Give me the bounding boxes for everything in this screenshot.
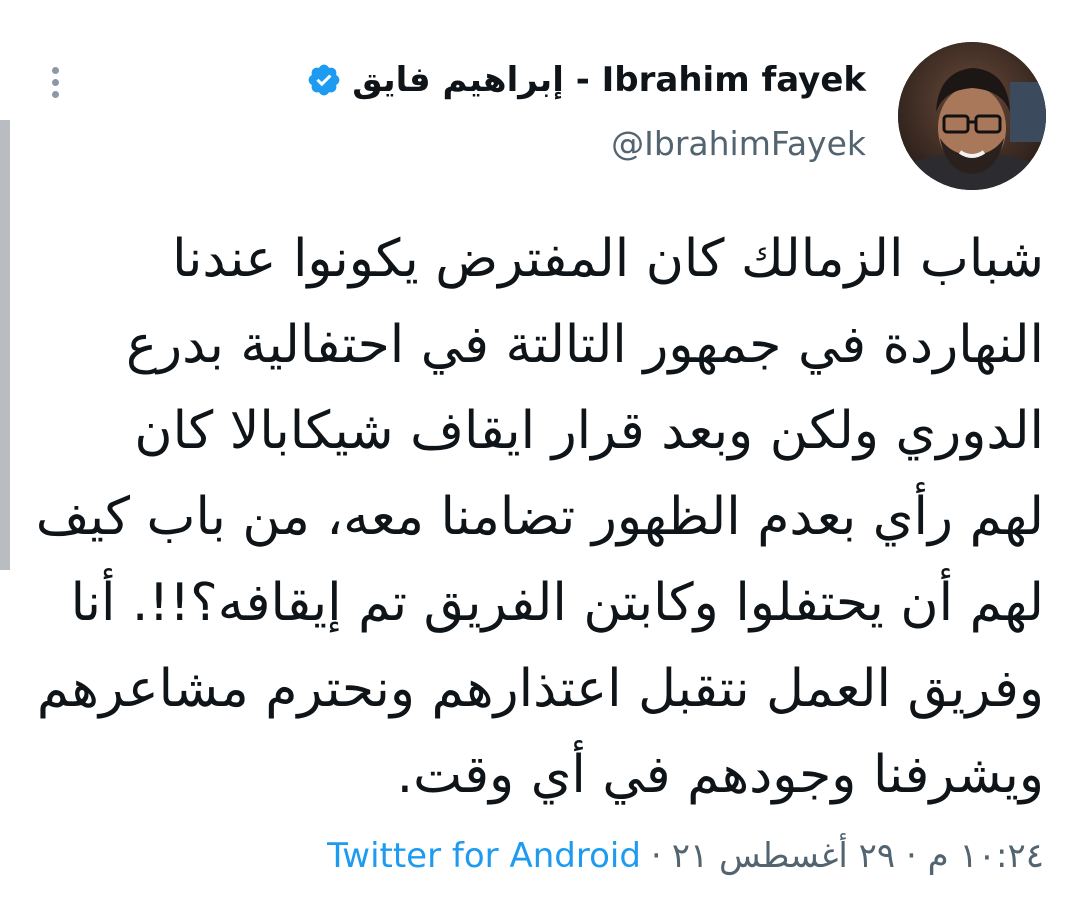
more-options-button[interactable] [38, 60, 72, 104]
author-handle[interactable]: @IbrahimFayek [166, 124, 866, 163]
tweet-detail-view: إبراهيم فايق - Ibrahim fayek @IbrahimFay… [0, 0, 1080, 912]
tweet-author-header: إبراهيم فايق - Ibrahim fayek @IbrahimFay… [166, 50, 866, 163]
tweet-text-line: لهم أن يحتفلوا وكابتن الفريق تم إيقافه؟!… [70, 573, 1044, 633]
more-vertical-icon [51, 66, 59, 74]
author-name-row[interactable]: إبراهيم فايق - Ibrahim fayek [166, 50, 866, 110]
tweet-text-line: لهم رأي بعدم الظهور تضامنا معه، من باب ك… [35, 487, 1044, 547]
tweet-text-line: ويشرفنا وجودهم في أي وقت. [396, 745, 1044, 805]
verified-badge-icon [308, 64, 340, 96]
tweet-source-link[interactable]: Twitter for Android [327, 836, 641, 876]
author-display-name[interactable]: إبراهيم فايق - Ibrahim fayek [352, 60, 866, 100]
more-vertical-icon [51, 78, 59, 86]
tweet-text-line: وفريق العمل نتقبل اعتذارهم ونحترم مشاعره… [36, 659, 1044, 719]
scrollbar[interactable] [0, 120, 10, 570]
more-vertical-icon [51, 90, 59, 98]
avatar-image [898, 42, 1046, 190]
tweet-timestamp[interactable]: ١٠:٢٤ م · ٢٩ أغسطس ٢١ [672, 836, 1044, 876]
tweet-text-line: الدوري ولكن وبعد قرار ايقاف شيكابالا كان [134, 401, 1044, 461]
tweet-text-line: النهاردة في جمهور التالتة في احتفالية بد… [125, 315, 1044, 375]
tweet-text-line: شباب الزمالك كان المفترض يكونوا عندنا [172, 229, 1044, 289]
tweet-text: شباب الزمالك كان المفترض يكونوا عندنا ال… [34, 216, 1044, 818]
tweet-meta: Twitter for Android · ١٠:٢٤ م · ٢٩ أغسطس… [327, 836, 1044, 876]
meta-separator: · [650, 836, 662, 876]
avatar[interactable] [898, 42, 1046, 190]
